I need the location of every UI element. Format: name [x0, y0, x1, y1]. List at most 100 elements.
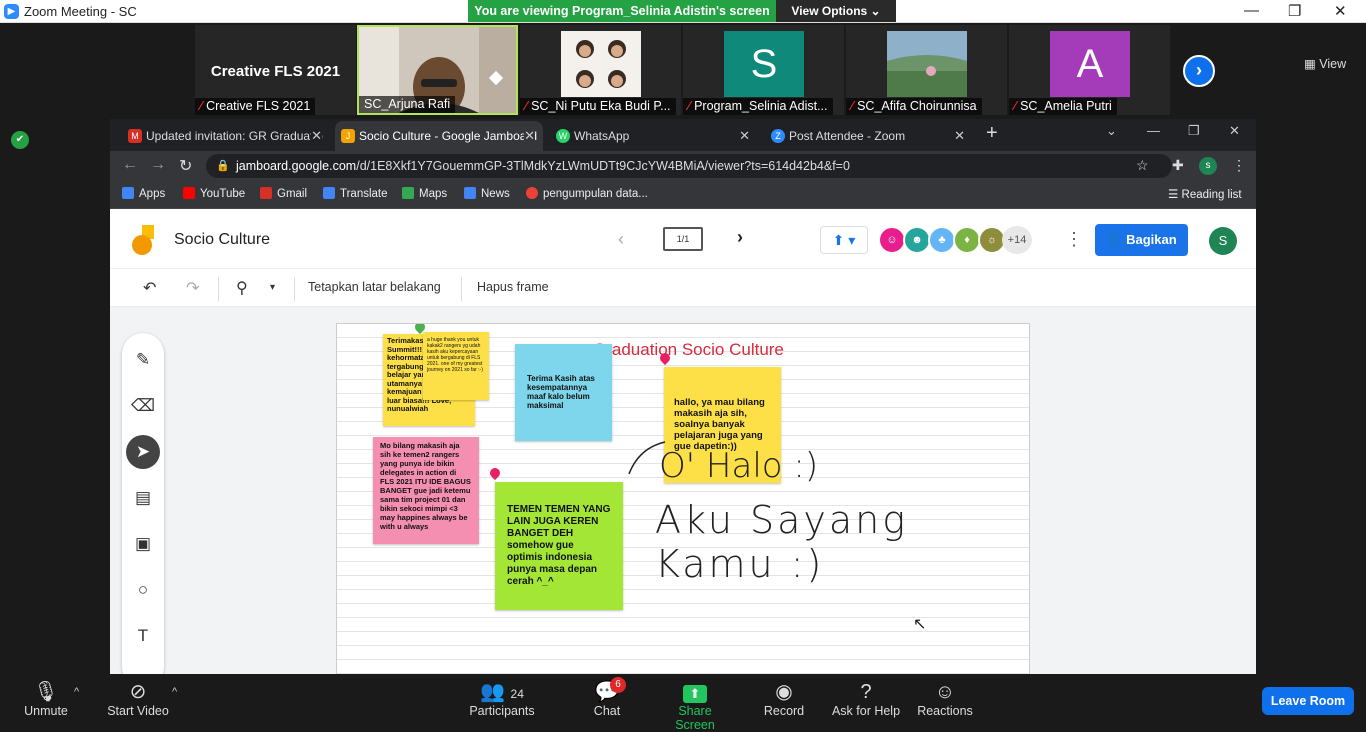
set-background-button[interactable]: Tetapkan latar belakang [308, 280, 441, 294]
shape-tool-icon[interactable]: ○ [126, 573, 160, 607]
image-tool-icon[interactable]: ▣ [126, 527, 160, 561]
prev-frame-button[interactable]: ‹ [618, 229, 624, 250]
profile-avatar[interactable]: s [1199, 157, 1217, 175]
sticky-note-tool-icon[interactable]: ▤ [126, 481, 160, 515]
video-off-icon: ⊘ [129, 681, 147, 703]
share-screen-button[interactable]: ⬆ Share Screen [658, 680, 732, 732]
pen-tool-icon[interactable]: ✎ [126, 343, 160, 377]
browser-minimize-icon[interactable]: — [1147, 123, 1160, 138]
browser-tab[interactable]: W WhatsApp ✕ [550, 121, 758, 151]
frame-bar-toggle[interactable]: 1/1 [663, 227, 703, 251]
tab-close-icon[interactable]: ✕ [524, 121, 535, 151]
ink-stroke [628, 441, 666, 475]
text-tool-icon[interactable]: T [126, 619, 160, 653]
next-page-button[interactable]: › [1183, 55, 1215, 87]
sticky-note[interactable]: a huge thank you untuk kakak2 rangers yg… [423, 332, 489, 400]
extensions-icon[interactable]: ✚ [1172, 157, 1184, 174]
chrome-menu-icon[interactable]: ⋮ [1232, 157, 1246, 174]
leave-room-button[interactable]: Leave Room [1262, 687, 1354, 715]
minimize-button[interactable]: — [1244, 2, 1259, 19]
bookmark-news[interactable]: News [464, 187, 510, 200]
present-button[interactable]: ⬆ ▾ [820, 226, 868, 254]
restore-button[interactable]: ❐ [1288, 2, 1301, 20]
zoom-dropdown-icon[interactable]: ▾ [270, 282, 275, 293]
sticky-note[interactable]: Terima Kasih atas kesempatannya maaf kal… [515, 344, 612, 441]
participant-tile-active[interactable]: SC_Arjuna Rafi [357, 25, 518, 115]
collaborator-avatar[interactable]: ♣ [928, 226, 956, 254]
back-icon[interactable]: ← [122, 156, 138, 174]
new-tab-button[interactable]: + [986, 122, 998, 145]
sticky-note[interactable]: TEMEN TEMEN YANG LAIN JUGA KEREN BANGET … [495, 482, 623, 610]
jamboard-logo-icon [132, 225, 154, 255]
viewing-banner-text: You are viewing Program_Selinia Adistin'… [468, 0, 776, 22]
url-input[interactable]: 🔒 jamboard.google.com/d/1E8Xkf1Y7GouemmG… [206, 154, 1172, 178]
collaborator-avatar[interactable]: ♦ [953, 226, 981, 254]
window-title: Zoom Meeting - SC [24, 4, 137, 19]
participant-name-label: ⁄ Creative FLS 2021 [195, 98, 316, 115]
participant-tile[interactable]: Creative FLS 2021 ⁄ Creative FLS 2021 [195, 25, 356, 115]
reactions-button[interactable]: ☺ Reactions [916, 680, 974, 718]
bookmark-apps[interactable]: Apps [122, 187, 165, 200]
tab-close-icon[interactable]: ✕ [954, 121, 965, 151]
tab-title: Post Attendee - Zoom [789, 129, 906, 143]
start-video-button[interactable]: ⊘ Start Video [106, 680, 170, 718]
tab-search-icon[interactable]: ⌄ [1106, 123, 1117, 139]
bookmark-maps[interactable]: Maps [402, 187, 447, 200]
participant-tile[interactable]: A ⁄ SC_Amelia Putri [1009, 25, 1170, 115]
participant-tile[interactable]: ⁄ SC_Afifa Choirunnisa [846, 25, 1007, 115]
bookmark-pengumpulan[interactable]: pengumpulan data... [526, 187, 648, 200]
select-tool-icon[interactable]: ➤ [126, 435, 160, 469]
unmute-button[interactable]: 🎙 Unmute [20, 680, 72, 718]
collaborator-avatar[interactable]: ☻ [903, 226, 931, 254]
participant-name-label: ⁄ SC_Amelia Putri [1009, 98, 1117, 115]
view-button[interactable]: ▦ View [1304, 56, 1346, 71]
browser-tab-active[interactable]: J Socio Culture - Google Jamboard ✕ [335, 121, 543, 151]
browser-tab[interactable]: Z Post Attendee - Zoom ✕ [765, 121, 973, 151]
more-collaborators-badge[interactable]: +14 [1002, 226, 1032, 254]
tool-palette: ✎ ⌫ ➤ ▤ ▣ ○ T [122, 333, 164, 688]
participants-button[interactable]: 👥 24 Participants [468, 680, 536, 718]
handwriting-text[interactable]: O' Halo :) [659, 446, 818, 486]
browser-close-icon[interactable]: ✕ [1229, 123, 1240, 139]
tab-close-icon[interactable]: ✕ [311, 121, 322, 151]
participant-tile[interactable]: ⁄ SC_Ni Putu Eka Budi P... [520, 25, 681, 115]
bookmark-youtube[interactable]: YouTube [183, 187, 245, 200]
eraser-tool-icon[interactable]: ⌫ [126, 389, 160, 423]
sticky-note[interactable]: Mo bilang makasih aja sih ke temen2 rang… [373, 437, 479, 544]
pin-icon [487, 465, 503, 481]
more-options-icon[interactable]: ⋮ [1065, 229, 1083, 250]
participant-tile[interactable]: S ⁄ Program_Selinia Adist... [683, 25, 844, 115]
maps-icon [402, 187, 414, 199]
jamboard-header: Socio Culture ‹ 1/1 › ⬆ ▾ ☺ ☻ ♣ ♦ ☼ +14 … [110, 209, 1256, 269]
mic-muted-icon: ⁄ [688, 99, 691, 113]
bookmark-translate[interactable]: Translate [323, 187, 388, 200]
undo-icon[interactable]: ↶ [143, 278, 156, 298]
next-frame-button[interactable]: › [737, 227, 743, 248]
jam-title[interactable]: Socio Culture [174, 231, 270, 249]
audio-options-caret[interactable]: ^ [74, 686, 79, 698]
shield-icon[interactable]: ✔ [11, 131, 29, 149]
user-avatar[interactable]: S [1209, 227, 1237, 255]
view-options-button[interactable]: View Options ⌄ [776, 0, 896, 22]
handwriting-text[interactable]: Aku Sayang Kamu :) [655, 498, 1029, 586]
ask-for-help-button[interactable]: ? Ask for Help [830, 680, 902, 718]
tab-close-icon[interactable]: ✕ [739, 121, 750, 151]
clear-frame-button[interactable]: Hapus frame [477, 280, 549, 294]
participant-name-label: ⁄ Program_Selinia Adist... [683, 98, 833, 115]
share-button[interactable]: 👤 Bagikan [1095, 224, 1188, 256]
reading-list[interactable]: ☰ Reading list [1168, 187, 1242, 201]
zoom-icon[interactable]: ⚲ [236, 278, 248, 298]
redo-icon[interactable]: ↷ [186, 278, 199, 298]
reload-icon[interactable]: ↻ [179, 156, 192, 176]
collaborator-avatar[interactable]: ☺ [878, 226, 906, 254]
bookmark-star-icon[interactable]: ☆ [1136, 157, 1149, 174]
bookmark-gmail[interactable]: Gmail [260, 187, 307, 200]
screen-share-banner: You are viewing Program_Selinia Adistin'… [468, 0, 896, 22]
video-options-caret[interactable]: ^ [172, 686, 177, 698]
toolbar-divider [294, 277, 295, 301]
close-button[interactable]: ✕ [1334, 2, 1347, 20]
browser-restore-icon[interactable]: ❐ [1188, 123, 1200, 139]
browser-tab[interactable]: M Updated invitation: GR Graduatio ✕ [122, 121, 330, 151]
forward-icon[interactable]: → [150, 156, 166, 174]
record-button[interactable]: ◉ Record [762, 680, 806, 718]
